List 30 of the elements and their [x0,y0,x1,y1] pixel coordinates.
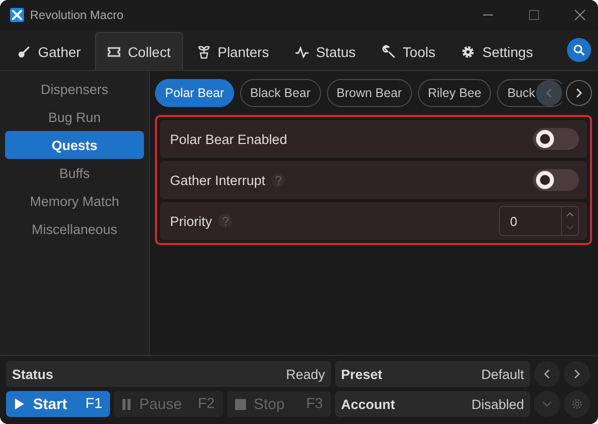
tab[interactable]: Planters [184,32,281,70]
status-value: Ready [286,366,325,382]
sidebar-item[interactable]: Memory Match [5,187,144,215]
preset-value: Default [481,366,524,382]
setting-label: Priority [170,214,212,228]
window-title: Revolution Macro [30,8,124,22]
sidebar-item[interactable]: Buffs [5,159,144,187]
account-selector[interactable]: Account Disabled [335,391,530,417]
quest-chip[interactable]: Riley Bee [418,79,492,107]
tab[interactable]: Gather [5,32,93,70]
setting-label: Polar Bear Enabled [170,132,288,146]
preset-selector[interactable]: Preset Default [335,361,530,387]
start-button[interactable]: Start F1 [6,391,110,417]
preset-label: Preset [341,366,382,382]
sidebar-item[interactable]: Dispensers [5,75,144,103]
status-label: Status [12,366,54,382]
tab[interactable]: Status [282,32,368,70]
setting-label: Gather Interrupt [170,172,266,188]
account-value: Disabled [471,396,524,412]
quest-chip[interactable]: Black Bear [240,79,321,107]
sidebar-item[interactable]: Quests [5,131,144,159]
tab[interactable]: Settings [449,32,545,70]
number-field[interactable]: 0 [499,206,579,236]
tab[interactable]: Collect [94,32,183,70]
tab[interactable]: Tools [370,32,448,70]
quest-chip[interactable]: Polar Bear [155,79,234,107]
sidebar-item[interactable]: Bug Run [5,103,144,131]
account-label: Account [341,396,395,412]
sidebar-item[interactable]: Miscellaneous [5,215,144,243]
quest-chip[interactable]: Brown Bear [326,79,412,107]
